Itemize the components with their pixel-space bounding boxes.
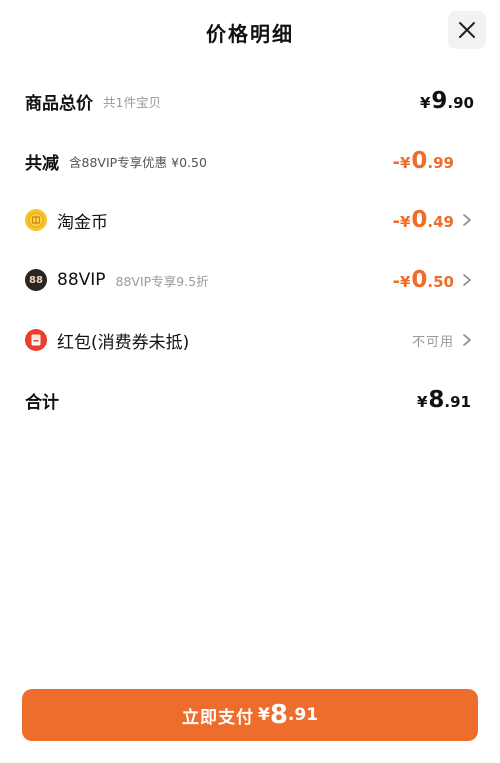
vip-row[interactable]: 88 88VIP 88VIP专享9.5折 - ¥ 0 .50	[25, 260, 474, 300]
gold-coin-icon	[25, 209, 47, 231]
close-icon	[459, 22, 475, 38]
goods-count-text: 共1件宝贝	[103, 94, 161, 110]
red-envelope-row[interactable]: 红包(消费券未抵) 不可用	[25, 320, 474, 360]
pay-price-dec: .91	[287, 705, 319, 725]
red-envelope-label: 红包(消费券未抵)	[57, 332, 190, 353]
goods-total-label: 商品总价	[25, 93, 93, 114]
price-detail-sheet: 价格明细 商品总价 共1件宝贝 ¥ 9 .90 共减 含88VIP专享优惠 ¥0…	[0, 0, 500, 763]
chevron-right-icon	[460, 333, 474, 347]
vip-label: 88VIP	[57, 270, 106, 290]
close-button[interactable]	[448, 11, 486, 49]
red-envelope-icon	[25, 329, 47, 351]
page-title: 价格明细	[206, 22, 294, 46]
chevron-right-icon	[460, 213, 474, 227]
sum-row: 合计 ¥ 8 .91	[25, 380, 474, 420]
taojinbi-label: 淘金币	[57, 212, 108, 233]
total-discount-price: - ¥ 0 .99	[392, 148, 454, 174]
vip-discount-note: 含88VIP专享优惠 ¥0.50	[69, 154, 207, 170]
pay-price-int: 8	[269, 700, 288, 730]
chevron-right-icon	[460, 273, 474, 287]
goods-total-price: ¥ 9 .90	[419, 88, 474, 114]
sum-price: ¥ 8 .91	[416, 387, 471, 413]
taojinbi-price: - ¥ 0 .49	[392, 207, 454, 233]
vip-discount-text: 88VIP专享9.5折	[115, 273, 209, 289]
total-discount-label: 共减	[25, 153, 59, 174]
goods-total-row: 商品总价 共1件宝贝 ¥ 9 .90	[25, 81, 474, 121]
88vip-icon: 88	[25, 269, 47, 291]
sum-label: 合计	[25, 392, 59, 413]
pay-now-label: 立即支付	[181, 707, 254, 728]
unavailable-text: 不可用	[411, 334, 454, 350]
total-discount-row: 共减 含88VIP专享优惠 ¥0.50 - ¥ 0 .99	[25, 141, 474, 181]
vip-price: - ¥ 0 .50	[392, 267, 454, 293]
pay-yen-symbol: ¥	[257, 705, 270, 725]
taojinbi-row[interactable]: 淘金币 - ¥ 0 .49	[25, 200, 474, 240]
pay-now-button[interactable]: 立即支付 ¥ 8 .91	[22, 689, 478, 741]
